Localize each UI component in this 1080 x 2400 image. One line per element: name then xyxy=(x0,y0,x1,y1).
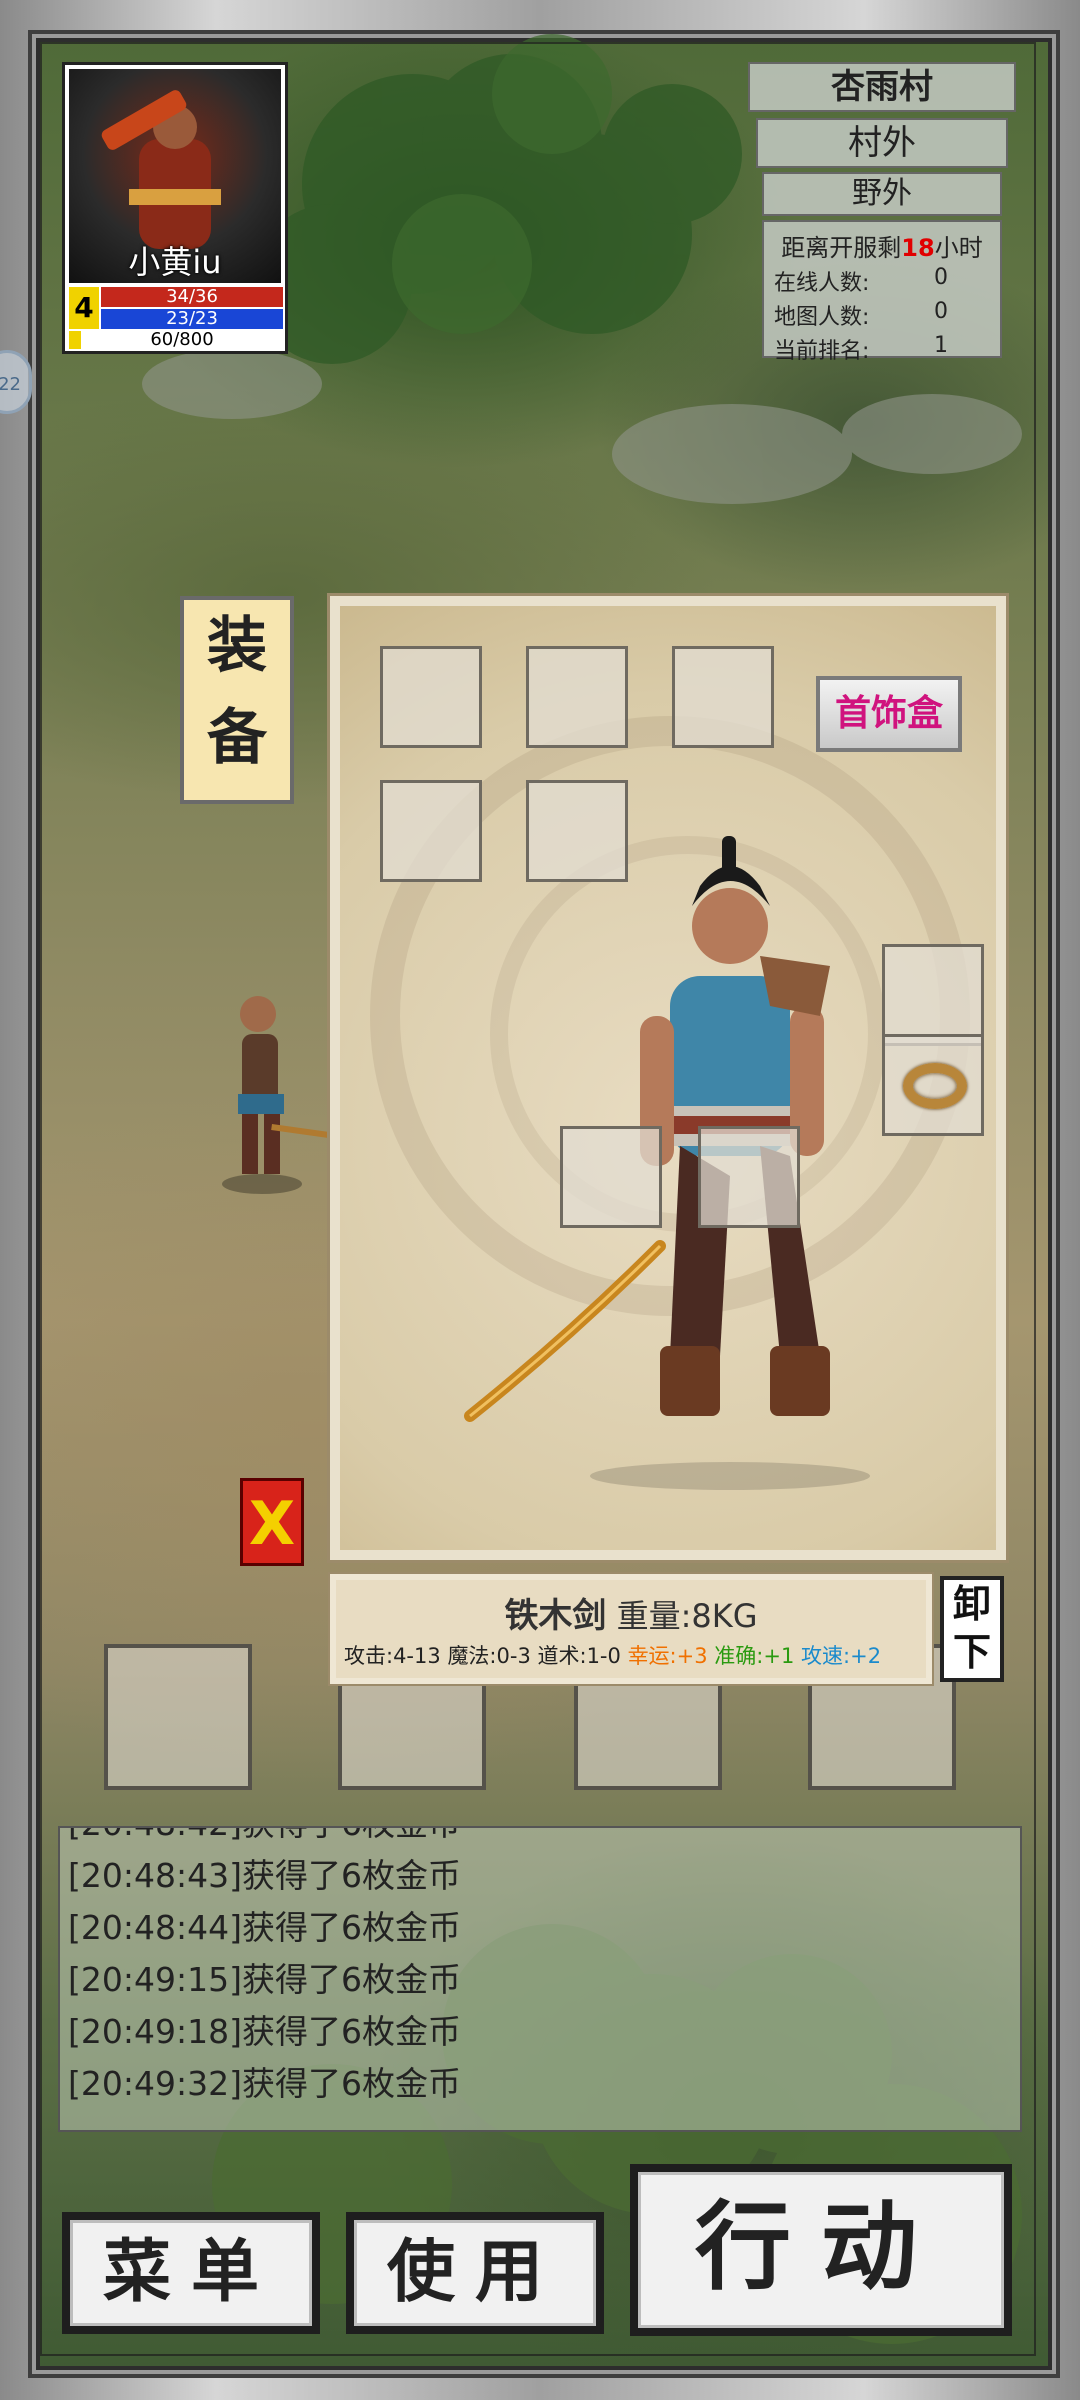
log-line: [20:48:43]获得了6枚金币 xyxy=(68,1856,461,1895)
equip-slot-necklace[interactable] xyxy=(526,646,628,748)
rank-row: 当前排名: 1 xyxy=(774,333,948,364)
server-info-panel: 距离开服剩18小时 在线人数: 0 地图人数: 0 当前排名: 1 xyxy=(762,220,1002,364)
message-log[interactable]: [20:48:42]获得了6枚金币 [20:48:43]获得了6枚金币 [20:… xyxy=(58,1826,1022,2132)
equipment-tab[interactable]: 装 备 xyxy=(180,596,294,804)
bag-slot-1[interactable] xyxy=(104,1644,252,1790)
equip-slot-belt[interactable] xyxy=(560,1126,662,1228)
online-count-row: 在线人数: 0 xyxy=(774,265,948,296)
item-title: 铁木剑 重量:8KG xyxy=(504,1596,758,1636)
location-village[interactable]: 杏雨村 xyxy=(748,62,1016,112)
log-line: [20:49:32]获得了6枚金币 xyxy=(68,2064,461,2103)
mp-bar: 23/23 xyxy=(101,309,283,329)
exp-bar: 60/800 xyxy=(69,331,283,349)
item-stats: 攻击:4-13 魔法:0-3 道术:1-0 幸运:+3 准确:+1 攻速:+2 xyxy=(344,1644,882,1668)
player-portrait: 小黄iu xyxy=(69,69,281,283)
unequip-button[interactable]: 卸 下 xyxy=(940,1576,1004,1682)
action-button[interactable]: 行动 xyxy=(630,2164,1012,2336)
close-button[interactable]: X xyxy=(240,1478,304,1566)
menu-button[interactable]: 菜单 xyxy=(62,2212,320,2334)
hp-bar: 34/36 xyxy=(101,287,283,307)
map-count-row: 地图人数: 0 xyxy=(774,299,948,330)
use-button[interactable]: 使用 xyxy=(346,2212,604,2334)
player-card[interactable]: 小黄iu 4 34/36 23/23 60/800 xyxy=(62,62,288,354)
log-line: [20:48:42]获得了6枚金币 xyxy=(60,1828,1020,1850)
server-countdown: 距离开服剩18小时 xyxy=(781,234,983,262)
player-name: 小黄iu xyxy=(128,243,222,281)
log-line: [20:49:15]获得了6枚金币 xyxy=(68,1960,461,1999)
log-list: [20:48:42]获得了6枚金币 [20:48:43]获得了6枚金币 [20:… xyxy=(60,1828,1020,2110)
equip-slot-ring[interactable] xyxy=(882,1034,984,1136)
log-line: [20:48:44]获得了6枚金币 xyxy=(68,1908,461,1947)
item-description: 铁木剑 重量:8KG 攻击:4-13 魔法:0-3 道术:1-0 幸运:+3 准… xyxy=(330,1574,932,1684)
equip-slot-bracelet[interactable] xyxy=(882,944,984,1046)
ring-icon xyxy=(903,1063,967,1109)
equip-slot-medal[interactable] xyxy=(672,646,774,748)
equipment-panel: 首饰盒 xyxy=(330,596,1006,1560)
equip-slot-helmet[interactable] xyxy=(380,646,482,748)
location-area[interactable]: 村外 xyxy=(756,118,1008,168)
location-zone[interactable]: 野外 xyxy=(762,172,1002,216)
player-level: 4 xyxy=(69,287,99,329)
log-line: [20:49:18]获得了6枚金币 xyxy=(68,2012,461,2051)
equip-slot-boots[interactable] xyxy=(698,1126,800,1228)
jewelry-box-button[interactable]: 首饰盒 xyxy=(816,676,962,752)
